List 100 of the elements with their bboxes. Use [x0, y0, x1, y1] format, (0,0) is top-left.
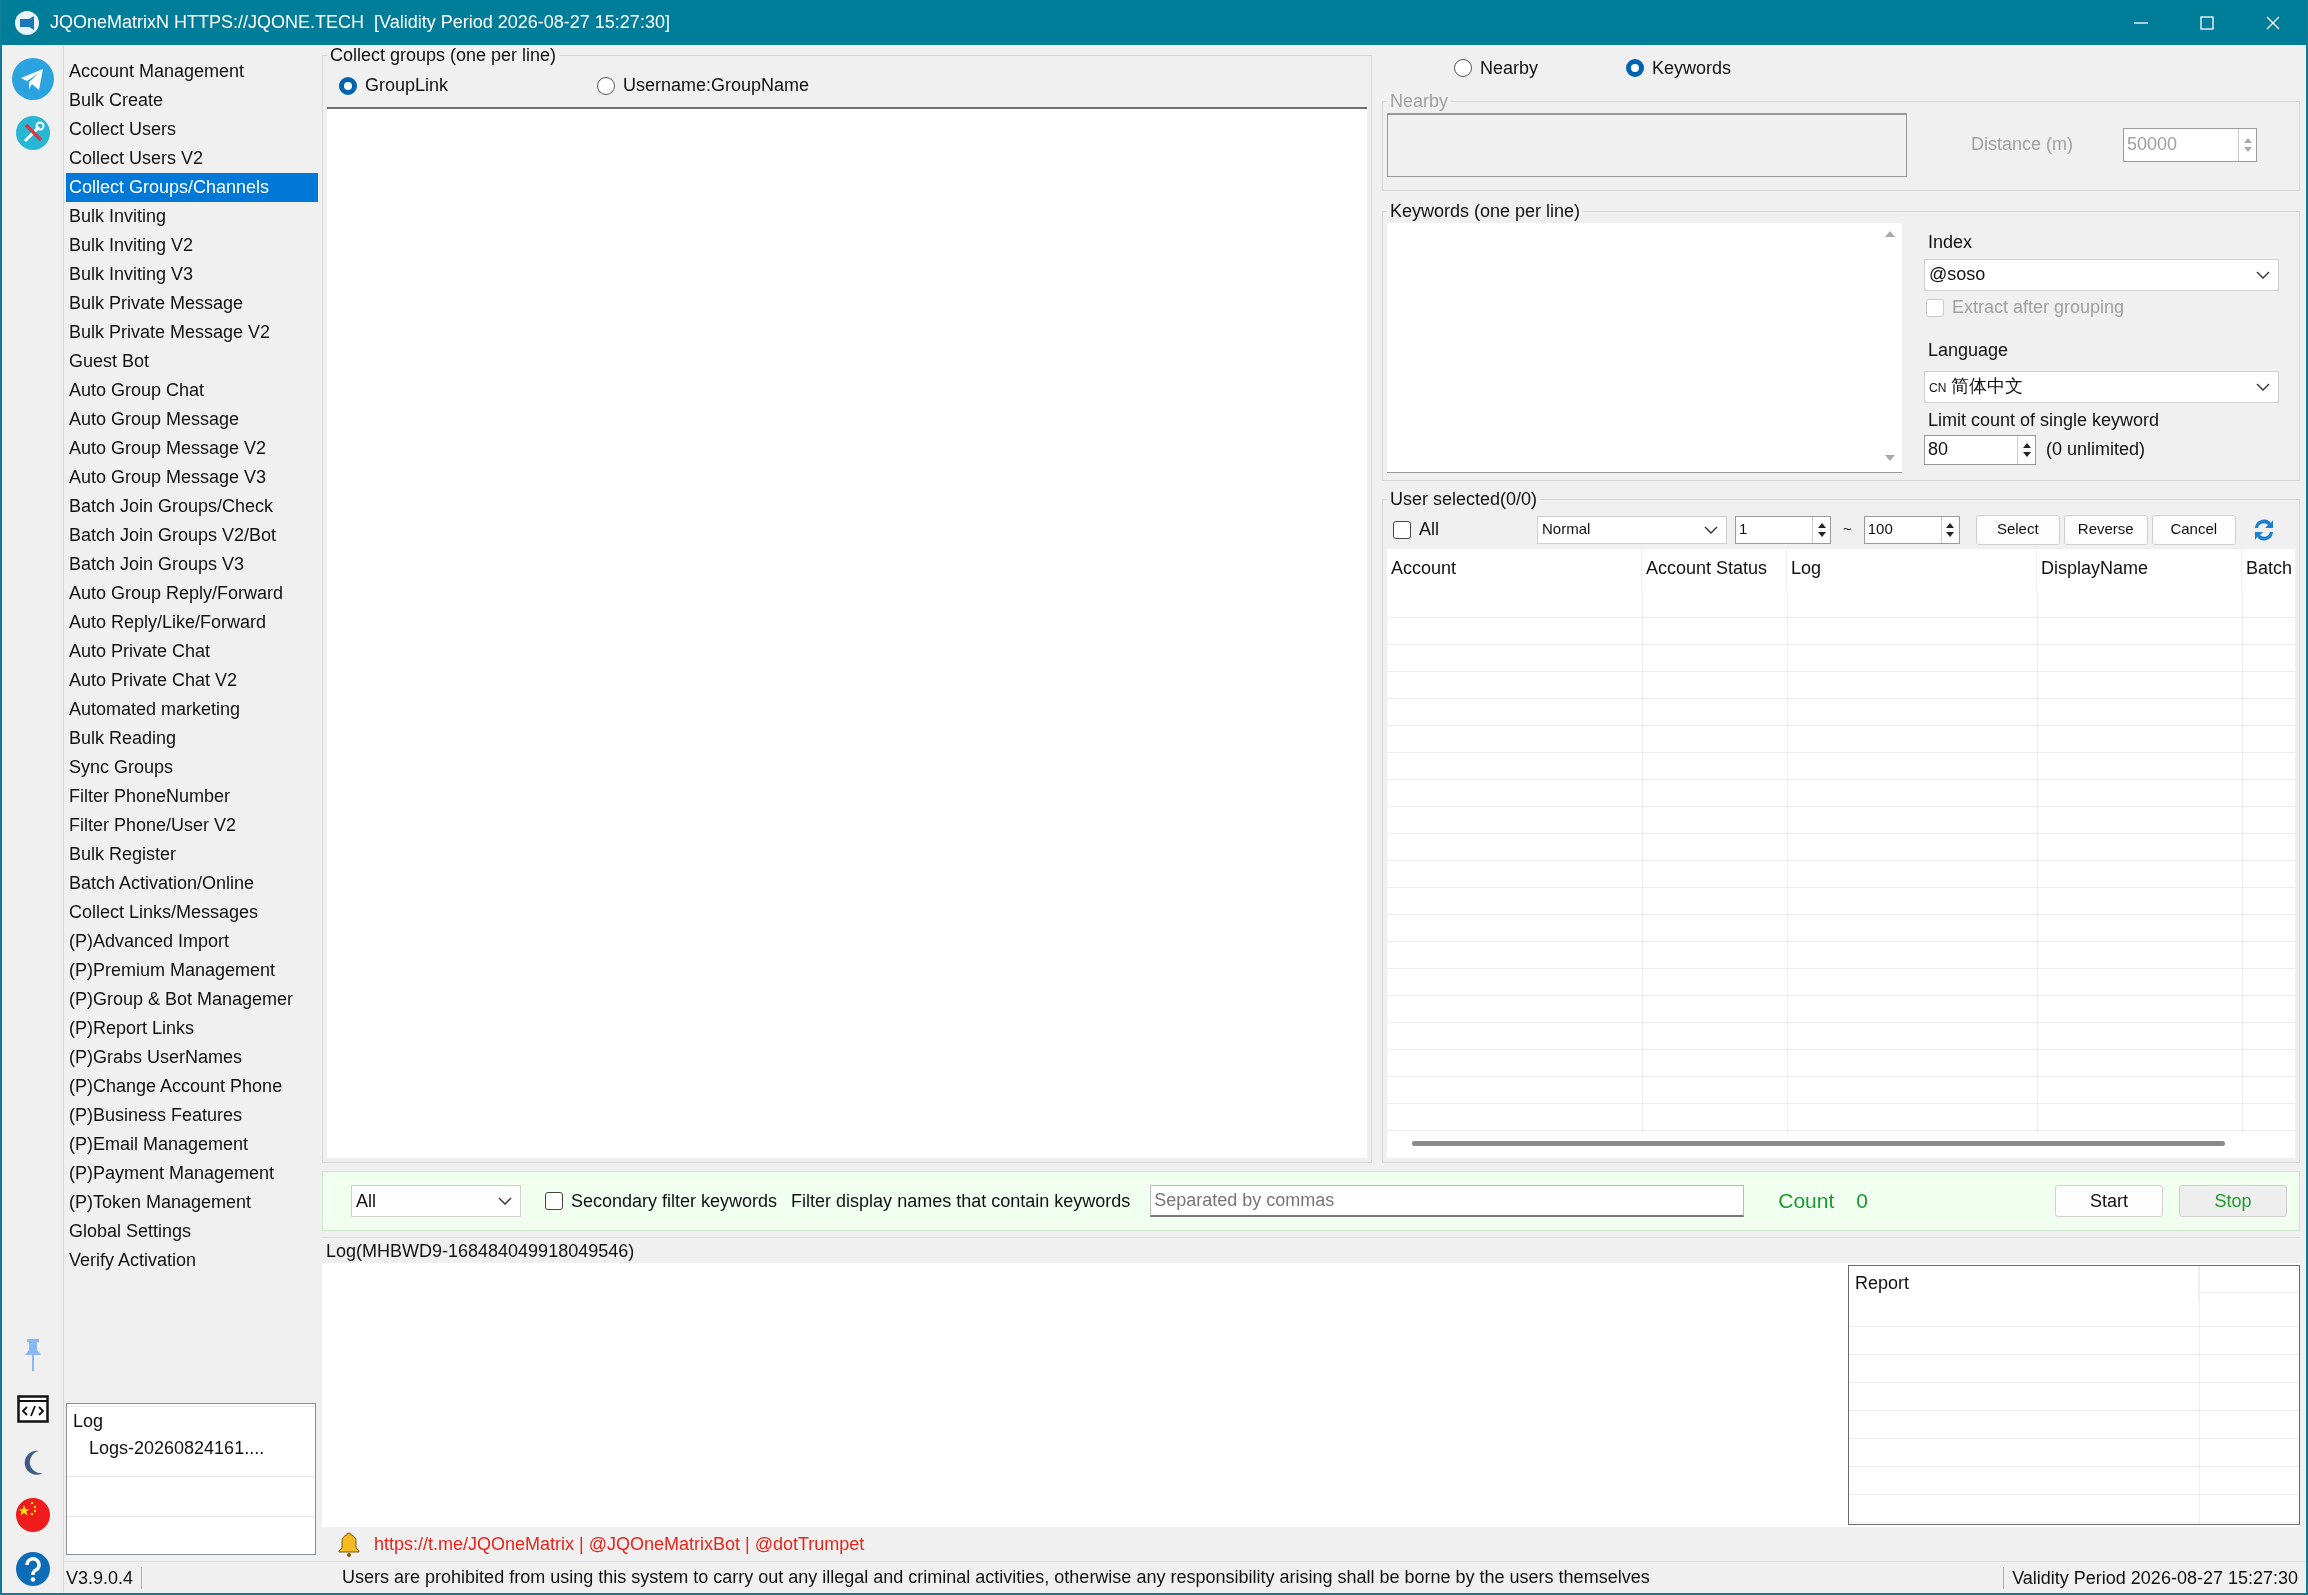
field-label: Limit count of single keyword	[1927, 408, 2161, 432]
sidebar-item[interactable]: Verify Activation	[66, 1246, 318, 1275]
count-value: 0	[1856, 1188, 1868, 1215]
sidebar-item[interactable]: Sync Groups	[66, 753, 318, 782]
column-header: DisplayName	[2037, 548, 2242, 591]
contact-links[interactable]: https://t.me/JQOneMatrix | @JQOneMatrixBot | @dotTrumpet	[374, 1530, 865, 1558]
language-dropdown[interactable]: CN 简体中文	[1924, 370, 2279, 403]
cancel-button[interactable]: Cancel	[2151, 514, 2236, 545]
sidebar-item[interactable]: Collect Users	[66, 115, 318, 144]
column-header: Log	[1787, 548, 2037, 591]
sidebar-item[interactable]: Bulk Register	[66, 840, 318, 869]
radio-button[interactable]: Nearby	[1454, 54, 1626, 82]
sidebar-item[interactable]: (P)Report Links	[66, 1014, 318, 1043]
sidebar-item[interactable]: Batch Join Groups/Check	[66, 492, 318, 521]
sidebar-item[interactable]: Auto Group Reply/Forward	[66, 579, 318, 608]
sidebar-item[interactable]: Automated marketing	[66, 695, 318, 724]
log-file-item[interactable]: Logs-20260824161....	[67, 1435, 315, 1462]
sidebar-item[interactable]: Bulk Inviting V3	[66, 260, 318, 289]
column-header: Report	[1849, 1266, 2199, 1301]
spin-arrows-icon	[1945, 521, 1956, 538]
checkbox[interactable]: Secondary filter keywords	[545, 1187, 778, 1215]
sidebar-item[interactable]: Bulk Private Message V2	[66, 318, 318, 347]
validity-label: Validity Period 2026-08-27 15:27:30	[2003, 1566, 2306, 1589]
sidebar-item[interactable]: (P)Advanced Import	[66, 927, 318, 956]
spin-arrows-icon	[2021, 441, 2032, 458]
sidebar-item[interactable]: (P)Group & Bot Managemer	[66, 985, 318, 1014]
sidebar-item[interactable]: Batch Join Groups V3	[66, 550, 318, 579]
code-window-icon[interactable]	[16, 1395, 49, 1423]
column-header: Log	[72, 1410, 105, 1433]
column-header: Account	[1387, 548, 1642, 591]
sidebar-item[interactable]: (P)Change Account Phone	[66, 1072, 318, 1101]
sidebar-item[interactable]: (P)Business Features	[66, 1101, 318, 1130]
field-label: Index	[1927, 230, 1974, 254]
keywords-input[interactable]	[1387, 222, 1902, 473]
sidebar-item[interactable]: (P)Grabs UserNames	[66, 1043, 318, 1072]
bell-icon	[338, 1531, 360, 1557]
maximize-icon	[2199, 14, 2215, 31]
panel-title: Keywords (one per line)	[1389, 201, 1582, 223]
panel-title: User selected(0/0)	[1389, 489, 1539, 511]
minimize-icon	[2134, 21, 2148, 24]
limit-spinbox[interactable]: 80	[1924, 434, 2036, 465]
sidebar-item[interactable]: Auto Private Chat V2	[66, 666, 318, 695]
sidebar-item[interactable]: Bulk Inviting	[66, 202, 318, 231]
disclaimer-text: Users are prohibited from using this system to carry out any illegal and criminal activities, otherwise any responsibility arising shall be borne by the users themselves	[341, 1566, 1651, 1589]
sidebar-item[interactable]: Auto Group Chat	[66, 376, 318, 405]
window-title: JQOneMatrixN HTTPS://JQONE.TECH [Validity Period 2026-08-27 15:27:30]	[50, 11, 670, 34]
sidebar-item[interactable]: Auto Group Message V3	[66, 463, 318, 492]
checkbox[interactable]: All	[1387, 516, 1537, 544]
chevron-down-icon	[2256, 270, 2270, 279]
sidebar-item[interactable]: Bulk Reading	[66, 724, 318, 753]
radio-button[interactable]: Keywords	[1626, 54, 1798, 82]
radio-button[interactable]: GroupLink	[339, 72, 597, 100]
panel-title: Nearby	[1389, 91, 1450, 113]
sidebar-item[interactable]: Batch Activation/Online	[66, 869, 318, 898]
horizontal-scrollbar[interactable]	[1412, 1141, 2225, 1146]
range-start-spinbox[interactable]: 1	[1735, 515, 1831, 544]
tools-icon[interactable]	[14, 115, 51, 151]
spin-arrows-icon	[2242, 136, 2253, 153]
range-separator: ~	[1843, 519, 1852, 540]
sidebar-item[interactable]: Bulk Create	[66, 86, 318, 115]
sidebar-item[interactable]: Auto Private Chat	[66, 637, 318, 666]
help-icon[interactable]	[14, 1551, 51, 1587]
count-label: Count	[1778, 1188, 1835, 1215]
sidebar-item[interactable]: Auto Reply/Like/Forward	[66, 608, 318, 637]
sidebar-item[interactable]: Collect Links/Messages	[66, 898, 318, 927]
reverse-button[interactable]: Reverse	[2063, 514, 2148, 545]
sidebar-item[interactable]: Bulk Inviting V2	[66, 231, 318, 260]
chevron-down-icon	[498, 1197, 512, 1205]
sidebar-item[interactable]: (P)Token Management	[66, 1188, 318, 1217]
radio-button[interactable]: Username:GroupName	[597, 72, 855, 100]
index-dropdown[interactable]: @soso	[1924, 258, 2279, 291]
language-code: CN	[1929, 380, 1947, 398]
status-dropdown[interactable]: Normal	[1537, 515, 1727, 544]
select-button[interactable]: Select	[1975, 514, 2060, 545]
field-label: Distance (m)	[1971, 133, 2073, 157]
start-button[interactable]: Start	[2055, 1185, 2163, 1217]
sidebar-item[interactable]: Filter PhoneNumber	[66, 782, 318, 811]
sidebar-item[interactable]: Batch Join Groups V2/Bot	[66, 521, 318, 550]
sidebar-item[interactable]: Bulk Private Message	[66, 289, 318, 318]
sidebar-item[interactable]: (P)Payment Management	[66, 1159, 318, 1188]
sidebar-item[interactable]: (P)Email Management	[66, 1130, 318, 1159]
language-name: 简体中文	[1950, 375, 2023, 399]
sidebar-item[interactable]: Filter Phone/User V2	[66, 811, 318, 840]
sidebar-item[interactable]: Auto Group Message V2	[66, 434, 318, 463]
scope-dropdown[interactable]: All	[351, 1185, 521, 1217]
sidebar-item[interactable]: Auto Group Message	[66, 405, 318, 434]
app-logo-icon	[14, 9, 40, 36]
paper-plane-icon[interactable]	[10, 57, 55, 101]
sidebar-item[interactable]: Account Management	[66, 57, 318, 86]
range-end-spinbox[interactable]: 100	[1863, 515, 1960, 544]
column-header: Account Status	[1642, 548, 1787, 591]
keywords-field[interactable]: Separated by commas	[1150, 1185, 1745, 1217]
sidebar-item[interactable]: Collect Users V2	[66, 144, 318, 173]
sidebar-item[interactable]: Collect Groups/Channels	[66, 173, 318, 202]
close-icon	[2265, 14, 2281, 31]
flag-globe-icon[interactable]	[14, 1497, 51, 1533]
sidebar-item[interactable]: (P)Premium Management	[66, 956, 318, 985]
chevron-down-icon	[1704, 525, 1718, 534]
sidebar-item[interactable]: Global Settings	[66, 1217, 318, 1246]
sidebar-item[interactable]: Guest Bot	[66, 347, 318, 376]
